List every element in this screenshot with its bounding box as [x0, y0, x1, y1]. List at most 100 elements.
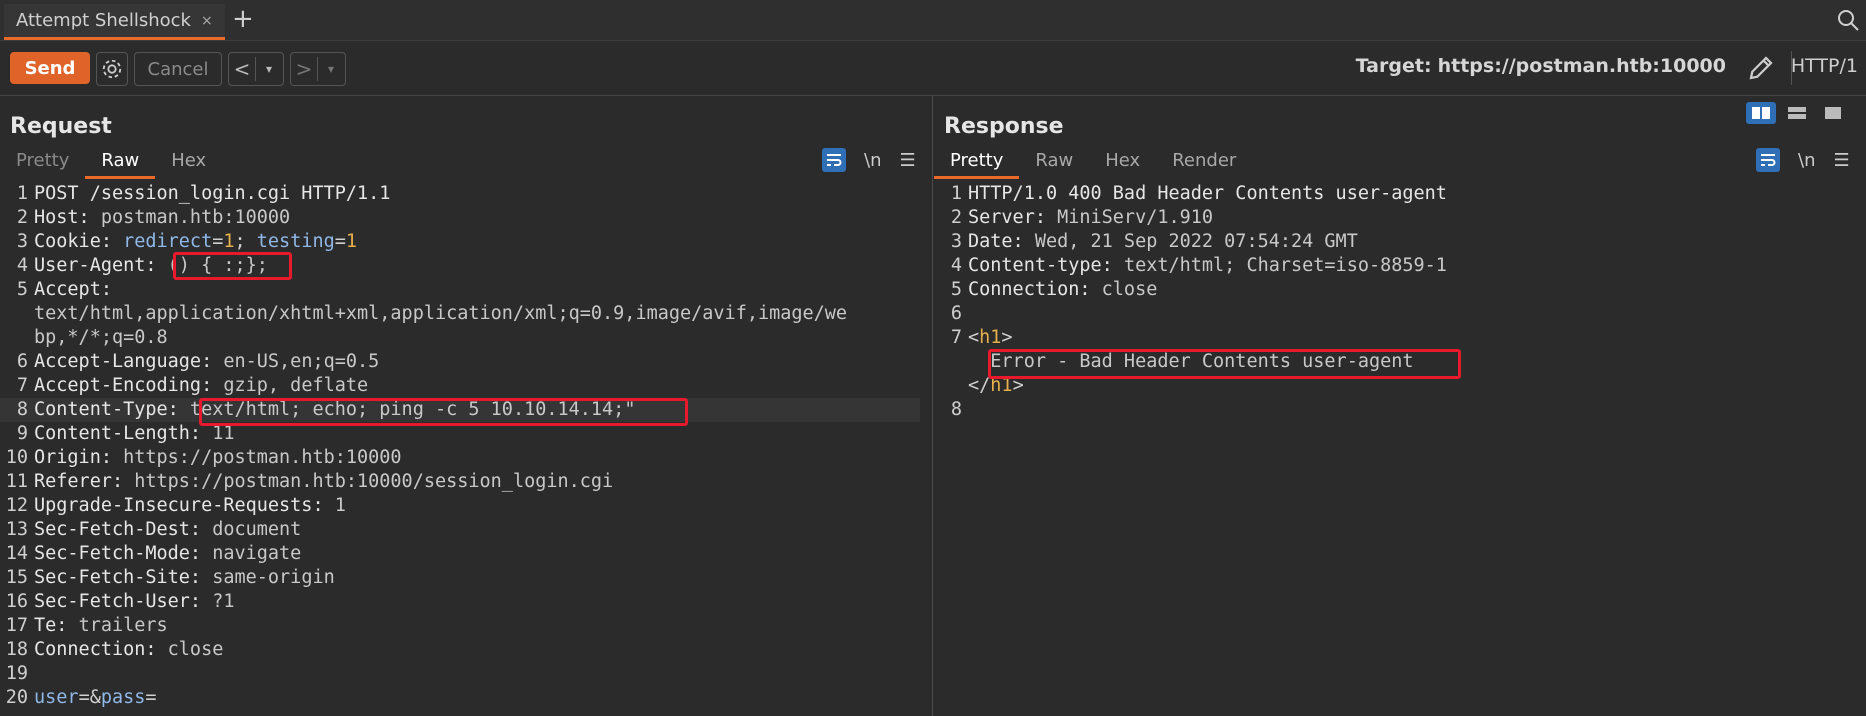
chevron-down-icon[interactable]: ▾	[256, 62, 282, 76]
line-number: 18	[5, 639, 28, 660]
code-text: Te: trailers	[34, 614, 168, 638]
line-number: 2	[950, 207, 962, 228]
tab-render[interactable]: Render	[1156, 150, 1252, 176]
tab-pretty[interactable]: Pretty	[0, 150, 85, 176]
line-number: 15	[5, 567, 28, 588]
code-text: Accept-Language: en-US,en;q=0.5	[34, 350, 379, 374]
layout-switcher	[1746, 102, 1848, 124]
tab-pretty[interactable]: Pretty	[934, 150, 1020, 179]
history-back-button[interactable]: < ▾	[228, 52, 284, 86]
code-text: text/html; Charset=iso-8859-1	[1123, 255, 1447, 276]
code-text: </	[968, 375, 991, 396]
line-number: 9	[16, 423, 28, 444]
code-text: Accept-Language:	[34, 351, 224, 372]
line-number: 6	[16, 351, 28, 372]
target-url: https://postman.htb:10000	[1437, 55, 1726, 77]
tab-hex[interactable]: Hex	[1089, 150, 1156, 176]
code-text: Content-type:	[968, 255, 1124, 276]
tab-raw[interactable]: Raw	[1019, 150, 1089, 176]
menu-icon[interactable]: ☰	[899, 150, 915, 171]
http-version-button[interactable]: HTTP/1	[1791, 55, 1858, 77]
code-text: 1	[345, 231, 358, 252]
code-text: user=&pass=	[34, 686, 157, 710]
code-text: navigate	[212, 543, 302, 564]
line-number: 8	[950, 399, 962, 420]
request-line: 18 Connection: close	[0, 638, 920, 662]
send-button[interactable]: Send	[10, 52, 90, 84]
settings-button[interactable]	[96, 52, 128, 86]
code-text: Host:	[34, 207, 101, 228]
chevron-down-icon[interactable]: ▾	[318, 62, 344, 76]
history-forward-button[interactable]: > ▾	[290, 52, 346, 86]
code-text: redirect	[123, 231, 213, 252]
response-line: 1 HTTP/1.0 400 Bad Header Contents user-a…	[934, 182, 1854, 206]
tab-close-icon[interactable]: ×	[201, 13, 213, 29]
forward-arrow-icon: >	[291, 57, 318, 81]
response-line: 5 Connection: close	[934, 278, 1854, 302]
request-editor[interactable]: 1 POST /session_login.cgi HTTP/1.1 2 Host:…	[0, 182, 920, 710]
code-text: HTTP/1.0 400 Bad Header Contents user-ag…	[968, 183, 1447, 204]
newline-toggle[interactable]: \n	[864, 150, 881, 171]
code-text: Wed, 21 Sep 2022 07:54:24 GMT	[1034, 231, 1358, 252]
code-text: Sec-Fetch-Dest:	[34, 519, 213, 540]
code-text: =	[145, 687, 157, 708]
wrap-lines-icon[interactable]	[1756, 148, 1780, 172]
code-text: Sec-Fetch-Dest: document	[34, 518, 301, 542]
code-text: User-Agent:	[34, 255, 168, 276]
request-line: 1 POST /session_login.cgi HTTP/1.1	[0, 182, 920, 206]
tab-hex[interactable]: Hex	[155, 150, 222, 176]
line-number: 20	[5, 687, 28, 708]
code-text: ?1	[212, 591, 235, 612]
request-title: Request	[10, 114, 112, 139]
code-text: Connection:	[34, 639, 168, 660]
line-number: 3	[16, 231, 28, 252]
code-text: same-origin	[212, 567, 335, 588]
code-text: =&	[78, 687, 101, 708]
code-text: Connection: close	[34, 638, 223, 662]
line-number: 17	[5, 615, 28, 636]
code-text: Sec-Fetch-Site:	[34, 567, 213, 588]
tab-attempt-shellshock[interactable]: Attempt Shellshock ×	[4, 4, 225, 40]
tab-bar: Attempt Shellshock × +	[0, 0, 1866, 41]
request-line: 20 user=&pass=	[0, 686, 920, 710]
code-text: <h1>	[968, 326, 1013, 350]
request-line: 17 Te: trailers	[0, 614, 920, 638]
code-text: Sec-Fetch-User: ?1	[34, 590, 235, 614]
code-text: gzip, deflate	[223, 375, 369, 396]
layout-single-icon[interactable]	[1818, 102, 1848, 124]
line-number: 12	[5, 495, 28, 516]
code-text: Origin:	[34, 447, 124, 468]
request-view-tabs: Pretty Raw Hex	[0, 150, 222, 179]
code-text: postman.htb:10000	[100, 207, 291, 228]
pane-divider[interactable]	[932, 96, 933, 716]
code-text: Content-Type:	[34, 399, 190, 420]
line-number: 16	[5, 591, 28, 612]
wrap-lines-icon[interactable]	[822, 148, 846, 172]
request-line: 6 Accept-Language: en-US,en;q=0.5	[0, 350, 920, 374]
code-text: Upgrade-Insecure-Requests:	[34, 495, 335, 516]
menu-icon[interactable]: ☰	[1833, 150, 1849, 171]
tab-raw[interactable]: Raw	[85, 150, 156, 179]
code-text: h1	[979, 327, 1002, 348]
code-text: testing	[256, 231, 335, 252]
new-tab-icon[interactable]: +	[232, 4, 254, 34]
response-tools: \n ☰	[1756, 148, 1850, 172]
gear-icon	[102, 59, 122, 79]
target-label: Target:	[1355, 55, 1432, 77]
request-line: 4 User-Agent: () { :;};	[0, 254, 920, 278]
cancel-button[interactable]: Cancel	[134, 52, 222, 86]
code-text: >	[1001, 327, 1013, 348]
layout-stacked-icon[interactable]	[1782, 102, 1812, 124]
line-number: 7	[950, 327, 962, 348]
response-line: 7 <h1>	[934, 326, 1854, 350]
code-text: Connection:	[968, 279, 1102, 300]
code-text: Server:	[968, 207, 1058, 228]
edit-target-icon[interactable]	[1746, 53, 1776, 87]
newline-toggle[interactable]: \n	[1798, 150, 1815, 171]
request-line: 7 Accept-Encoding: gzip, deflate	[0, 374, 920, 398]
code-text: Origin: https://postman.htb:10000	[34, 446, 402, 470]
response-editor[interactable]: 1 HTTP/1.0 400 Bad Header Contents user-a…	[934, 182, 1854, 422]
search-icon[interactable]	[1836, 8, 1860, 36]
layout-side-by-side-icon[interactable]	[1746, 102, 1776, 124]
line-number: 8	[16, 399, 28, 420]
